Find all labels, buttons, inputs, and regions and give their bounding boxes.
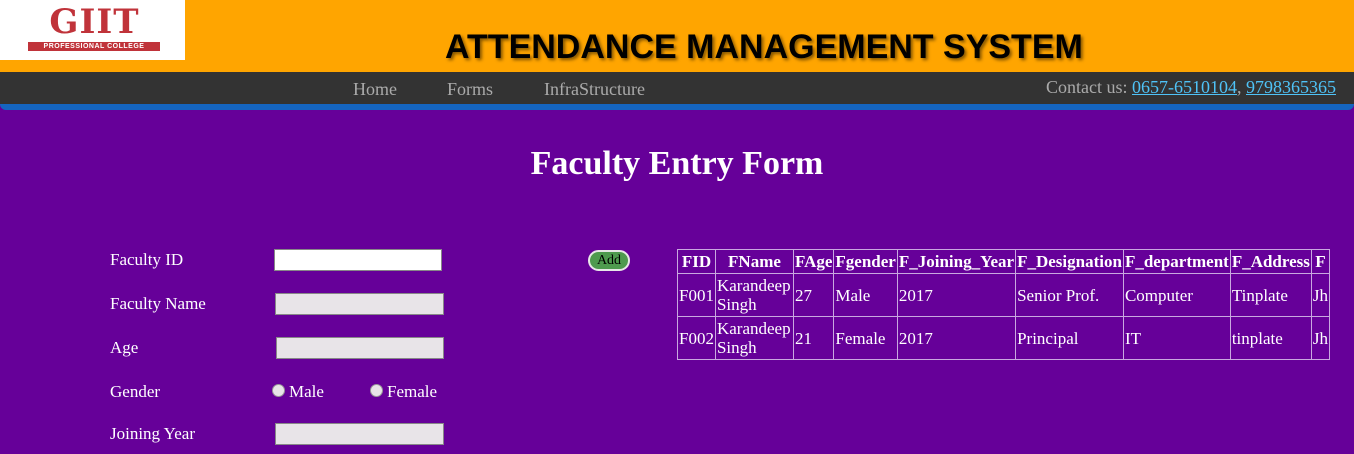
nav-home-link[interactable]: Home — [353, 79, 397, 100]
column-header: F_Joining_Year — [896, 249, 1017, 274]
column-header: Fgender — [833, 249, 898, 274]
joining-year-input[interactable] — [275, 423, 444, 445]
table-cell: Male — [833, 273, 898, 317]
table-cell: 2017 — [896, 273, 1017, 317]
contact-label: Contact us: — [1046, 77, 1128, 97]
form-title: Faculty Entry Form — [530, 145, 824, 182]
gender-label: Gender — [110, 382, 161, 401]
header-bar: GIIT PROFESSIONAL COLLEGE ATTENDANCE MAN… — [0, 0, 1354, 72]
joining-year-label: Joining Year — [110, 424, 196, 443]
gender-male-label: Male — [289, 382, 324, 401]
faculty-name-label: Faculty Name — [110, 294, 206, 313]
table-cell: Computer — [1122, 273, 1231, 317]
logo-text: GIIT — [49, 2, 140, 42]
table-cell: Jh — [1310, 316, 1331, 360]
table-cell: Principal — [1015, 316, 1124, 360]
age-input[interactable] — [276, 337, 444, 359]
age-label: Age — [110, 338, 139, 357]
contact-separator: , — [1237, 77, 1242, 97]
contact-info: Contact us: 0657-6510104, 9798365365 — [1046, 77, 1336, 98]
nav-forms-link[interactable]: Forms — [447, 79, 493, 100]
column-header: FAge — [792, 249, 835, 274]
contact-phone-2-link[interactable]: 9798365365 — [1246, 77, 1336, 97]
faculty-name-input[interactable] — [275, 293, 444, 315]
table-row: F002 Karandeep Singh 21 Female 2017 Prin… — [677, 316, 1331, 360]
nav-bar: Home Forms InfraStructure Contact us: 06… — [0, 72, 1354, 110]
site-title: ATTENDANCE MANAGEMENT SYSTEM — [445, 28, 1083, 66]
column-header: FID — [677, 249, 716, 274]
column-header: F_Address — [1229, 249, 1312, 274]
giit-logo[interactable]: GIIT PROFESSIONAL COLLEGE — [0, 0, 185, 60]
faculty-id-label: Faculty ID — [110, 250, 184, 269]
table-cell: F002 — [677, 316, 716, 360]
column-header: F — [1310, 249, 1331, 274]
contact-phone-1-link[interactable]: 0657-6510104 — [1132, 77, 1237, 97]
gender-male-radio[interactable] — [272, 384, 285, 397]
faculty-id-input[interactable] — [274, 249, 442, 271]
table-cell: Karandeep Singh — [714, 273, 794, 317]
table-cell: F001 — [677, 273, 716, 317]
logo-subtext: PROFESSIONAL COLLEGE — [28, 42, 160, 51]
table-cell: Jh — [1310, 273, 1331, 317]
gender-female-radio[interactable] — [370, 384, 383, 397]
table-cell: IT — [1122, 316, 1231, 360]
column-header: F_department — [1122, 249, 1231, 274]
gender-female-label: Female — [387, 382, 438, 401]
table-cell: Karandeep Singh — [714, 316, 794, 360]
table-header-row: FID FName FAge Fgender F_Joining_Year F_… — [677, 249, 1331, 274]
column-header: FName — [714, 249, 794, 274]
table-row: F001 Karandeep Singh 27 Male 2017 Senior… — [677, 273, 1331, 317]
table-cell: Female — [833, 316, 898, 360]
faculty-table: FID FName FAge Fgender F_Joining_Year F_… — [677, 249, 1331, 360]
nav-infrastructure-link[interactable]: InfraStructure — [544, 79, 645, 100]
column-header: F_Designation — [1015, 249, 1124, 274]
table-cell: Tinplate — [1229, 273, 1312, 317]
add-button[interactable]: Add — [588, 250, 630, 271]
table-cell: tinplate — [1229, 316, 1312, 360]
table-cell: 2017 — [896, 316, 1017, 360]
table-cell: Senior Prof. — [1015, 273, 1124, 317]
table-cell: 21 — [792, 316, 835, 360]
table-cell: 27 — [792, 273, 835, 317]
